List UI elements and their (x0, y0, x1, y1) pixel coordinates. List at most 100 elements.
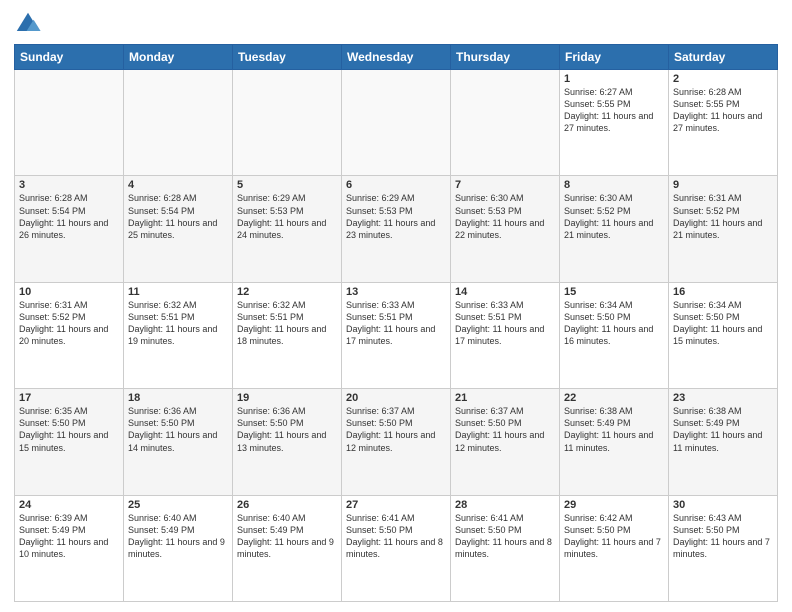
day-number: 8 (564, 179, 664, 191)
day-info: Sunrise: 6:28 AM Sunset: 5:54 PM Dayligh… (19, 192, 119, 241)
calendar-cell (124, 70, 233, 176)
day-number: 11 (128, 286, 228, 298)
day-info: Sunrise: 6:40 AM Sunset: 5:49 PM Dayligh… (128, 512, 228, 561)
calendar-cell: 13Sunrise: 6:33 AM Sunset: 5:51 PM Dayli… (342, 282, 451, 388)
day-info: Sunrise: 6:32 AM Sunset: 5:51 PM Dayligh… (237, 299, 337, 348)
day-number: 21 (455, 392, 555, 404)
day-number: 28 (455, 499, 555, 511)
day-number: 15 (564, 286, 664, 298)
day-info: Sunrise: 6:38 AM Sunset: 5:49 PM Dayligh… (673, 405, 773, 454)
day-number: 1 (564, 73, 664, 85)
day-number: 9 (673, 179, 773, 191)
calendar-cell: 7Sunrise: 6:30 AM Sunset: 5:53 PM Daylig… (451, 176, 560, 282)
calendar-cell: 5Sunrise: 6:29 AM Sunset: 5:53 PM Daylig… (233, 176, 342, 282)
week-row-3: 10Sunrise: 6:31 AM Sunset: 5:52 PM Dayli… (15, 282, 778, 388)
day-number: 25 (128, 499, 228, 511)
day-info: Sunrise: 6:37 AM Sunset: 5:50 PM Dayligh… (455, 405, 555, 454)
weekday-sunday: Sunday (15, 45, 124, 70)
day-number: 18 (128, 392, 228, 404)
day-number: 3 (19, 179, 119, 191)
day-info: Sunrise: 6:33 AM Sunset: 5:51 PM Dayligh… (455, 299, 555, 348)
day-number: 4 (128, 179, 228, 191)
weekday-wednesday: Wednesday (342, 45, 451, 70)
day-info: Sunrise: 6:30 AM Sunset: 5:53 PM Dayligh… (455, 192, 555, 241)
calendar-cell: 22Sunrise: 6:38 AM Sunset: 5:49 PM Dayli… (560, 389, 669, 495)
calendar-cell: 11Sunrise: 6:32 AM Sunset: 5:51 PM Dayli… (124, 282, 233, 388)
header (14, 10, 778, 38)
day-info: Sunrise: 6:33 AM Sunset: 5:51 PM Dayligh… (346, 299, 446, 348)
calendar-cell (15, 70, 124, 176)
day-number: 2 (673, 73, 773, 85)
day-number: 22 (564, 392, 664, 404)
calendar-cell: 20Sunrise: 6:37 AM Sunset: 5:50 PM Dayli… (342, 389, 451, 495)
day-info: Sunrise: 6:39 AM Sunset: 5:49 PM Dayligh… (19, 512, 119, 561)
day-number: 23 (673, 392, 773, 404)
day-number: 26 (237, 499, 337, 511)
day-info: Sunrise: 6:34 AM Sunset: 5:50 PM Dayligh… (673, 299, 773, 348)
day-number: 5 (237, 179, 337, 191)
day-info: Sunrise: 6:29 AM Sunset: 5:53 PM Dayligh… (237, 192, 337, 241)
day-info: Sunrise: 6:36 AM Sunset: 5:50 PM Dayligh… (128, 405, 228, 454)
calendar-cell (342, 70, 451, 176)
calendar-cell: 3Sunrise: 6:28 AM Sunset: 5:54 PM Daylig… (15, 176, 124, 282)
day-info: Sunrise: 6:35 AM Sunset: 5:50 PM Dayligh… (19, 405, 119, 454)
calendar-cell: 2Sunrise: 6:28 AM Sunset: 5:55 PM Daylig… (669, 70, 778, 176)
calendar-cell (451, 70, 560, 176)
week-row-2: 3Sunrise: 6:28 AM Sunset: 5:54 PM Daylig… (15, 176, 778, 282)
day-info: Sunrise: 6:31 AM Sunset: 5:52 PM Dayligh… (19, 299, 119, 348)
calendar-cell: 6Sunrise: 6:29 AM Sunset: 5:53 PM Daylig… (342, 176, 451, 282)
weekday-saturday: Saturday (669, 45, 778, 70)
day-info: Sunrise: 6:36 AM Sunset: 5:50 PM Dayligh… (237, 405, 337, 454)
day-info: Sunrise: 6:40 AM Sunset: 5:49 PM Dayligh… (237, 512, 337, 561)
calendar-cell: 19Sunrise: 6:36 AM Sunset: 5:50 PM Dayli… (233, 389, 342, 495)
day-number: 7 (455, 179, 555, 191)
calendar-cell: 21Sunrise: 6:37 AM Sunset: 5:50 PM Dayli… (451, 389, 560, 495)
day-number: 17 (19, 392, 119, 404)
calendar-cell: 25Sunrise: 6:40 AM Sunset: 5:49 PM Dayli… (124, 495, 233, 601)
day-number: 20 (346, 392, 446, 404)
day-number: 24 (19, 499, 119, 511)
day-info: Sunrise: 6:29 AM Sunset: 5:53 PM Dayligh… (346, 192, 446, 241)
weekday-friday: Friday (560, 45, 669, 70)
day-info: Sunrise: 6:41 AM Sunset: 5:50 PM Dayligh… (346, 512, 446, 561)
calendar-cell: 29Sunrise: 6:42 AM Sunset: 5:50 PM Dayli… (560, 495, 669, 601)
day-number: 16 (673, 286, 773, 298)
calendar-cell: 17Sunrise: 6:35 AM Sunset: 5:50 PM Dayli… (15, 389, 124, 495)
day-number: 10 (19, 286, 119, 298)
calendar-cell: 15Sunrise: 6:34 AM Sunset: 5:50 PM Dayli… (560, 282, 669, 388)
calendar-cell (233, 70, 342, 176)
day-info: Sunrise: 6:41 AM Sunset: 5:50 PM Dayligh… (455, 512, 555, 561)
day-info: Sunrise: 6:27 AM Sunset: 5:55 PM Dayligh… (564, 86, 664, 135)
calendar-cell: 4Sunrise: 6:28 AM Sunset: 5:54 PM Daylig… (124, 176, 233, 282)
weekday-tuesday: Tuesday (233, 45, 342, 70)
calendar-cell: 23Sunrise: 6:38 AM Sunset: 5:49 PM Dayli… (669, 389, 778, 495)
day-info: Sunrise: 6:43 AM Sunset: 5:50 PM Dayligh… (673, 512, 773, 561)
day-number: 29 (564, 499, 664, 511)
calendar-cell: 8Sunrise: 6:30 AM Sunset: 5:52 PM Daylig… (560, 176, 669, 282)
day-info: Sunrise: 6:38 AM Sunset: 5:49 PM Dayligh… (564, 405, 664, 454)
calendar-cell: 28Sunrise: 6:41 AM Sunset: 5:50 PM Dayli… (451, 495, 560, 601)
day-number: 12 (237, 286, 337, 298)
week-row-1: 1Sunrise: 6:27 AM Sunset: 5:55 PM Daylig… (15, 70, 778, 176)
page: SundayMondayTuesdayWednesdayThursdayFrid… (0, 0, 792, 612)
day-number: 19 (237, 392, 337, 404)
weekday-monday: Monday (124, 45, 233, 70)
day-number: 14 (455, 286, 555, 298)
day-info: Sunrise: 6:37 AM Sunset: 5:50 PM Dayligh… (346, 405, 446, 454)
day-number: 13 (346, 286, 446, 298)
day-info: Sunrise: 6:28 AM Sunset: 5:54 PM Dayligh… (128, 192, 228, 241)
calendar-cell: 18Sunrise: 6:36 AM Sunset: 5:50 PM Dayli… (124, 389, 233, 495)
day-number: 27 (346, 499, 446, 511)
calendar-cell: 12Sunrise: 6:32 AM Sunset: 5:51 PM Dayli… (233, 282, 342, 388)
calendar-cell: 10Sunrise: 6:31 AM Sunset: 5:52 PM Dayli… (15, 282, 124, 388)
day-info: Sunrise: 6:34 AM Sunset: 5:50 PM Dayligh… (564, 299, 664, 348)
calendar-cell: 27Sunrise: 6:41 AM Sunset: 5:50 PM Dayli… (342, 495, 451, 601)
week-row-5: 24Sunrise: 6:39 AM Sunset: 5:49 PM Dayli… (15, 495, 778, 601)
calendar-cell: 1Sunrise: 6:27 AM Sunset: 5:55 PM Daylig… (560, 70, 669, 176)
weekday-thursday: Thursday (451, 45, 560, 70)
weekday-header-row: SundayMondayTuesdayWednesdayThursdayFrid… (15, 45, 778, 70)
day-info: Sunrise: 6:28 AM Sunset: 5:55 PM Dayligh… (673, 86, 773, 135)
day-number: 30 (673, 499, 773, 511)
day-info: Sunrise: 6:31 AM Sunset: 5:52 PM Dayligh… (673, 192, 773, 241)
calendar-cell: 16Sunrise: 6:34 AM Sunset: 5:50 PM Dayli… (669, 282, 778, 388)
